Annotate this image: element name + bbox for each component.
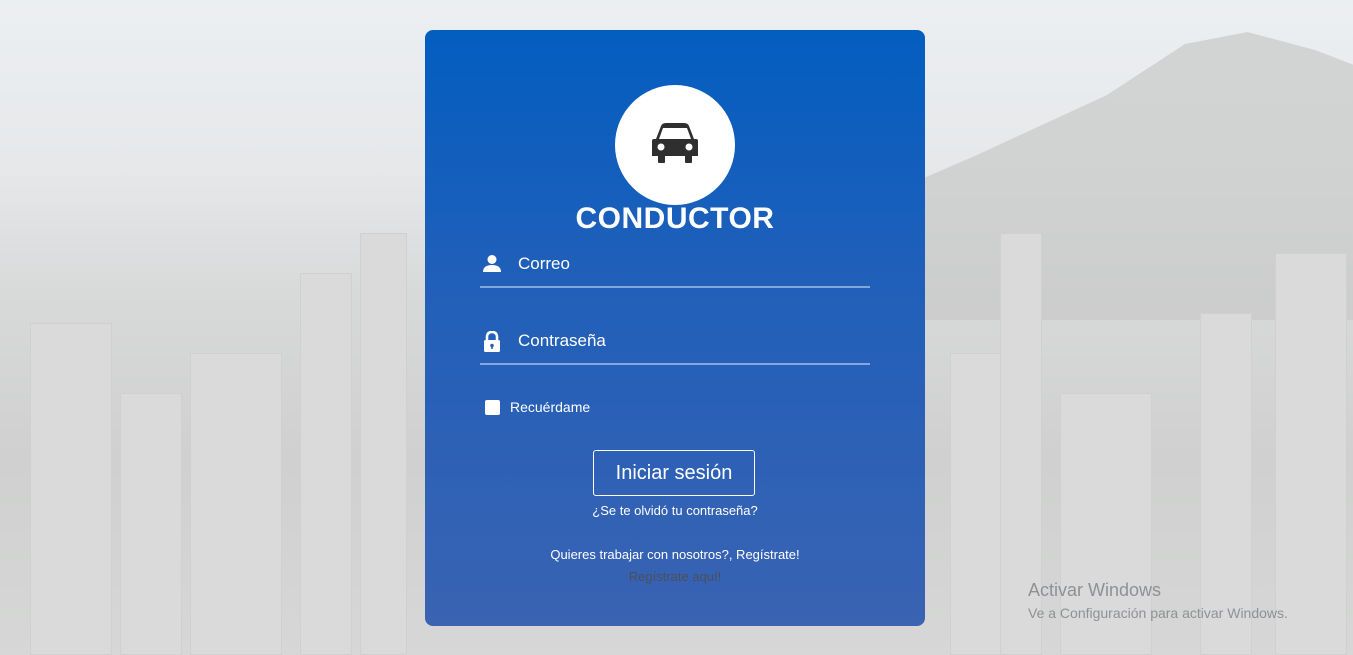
- page-title: CONDUCTOR: [575, 202, 775, 235]
- user-icon: [482, 254, 502, 276]
- password-placeholder: Contraseña: [518, 331, 606, 350]
- car-icon: [651, 122, 699, 169]
- building: [190, 353, 282, 655]
- lock-icon: [482, 330, 502, 353]
- password-field[interactable]: Contraseña: [480, 323, 870, 365]
- windows-activation-watermark: Activar Windows Ve a Configuración para …: [1028, 580, 1288, 621]
- watermark-subtitle: Ve a Configuración para activar Windows.: [1028, 605, 1288, 621]
- building: [300, 273, 352, 655]
- work-with-us-text: Quieres trabajar con nosotros?, Regístra…: [550, 547, 800, 562]
- login-card: CONDUCTOR Correo Contraseña Recuérdame I…: [425, 30, 925, 626]
- building: [30, 323, 112, 655]
- email-field[interactable]: Correo: [480, 246, 870, 288]
- remember-checkbox[interactable]: [485, 399, 500, 415]
- building: [360, 233, 407, 655]
- register-link[interactable]: Regístrate aquí!: [425, 569, 925, 584]
- remember-me[interactable]: Recuérdame: [485, 399, 590, 415]
- avatar: [615, 85, 735, 205]
- login-button[interactable]: Iniciar sesión: [593, 450, 755, 496]
- forgot-password-link[interactable]: ¿Se te olvidó tu contraseña?: [425, 503, 925, 518]
- watermark-title: Activar Windows: [1028, 580, 1162, 600]
- email-placeholder: Correo: [518, 254, 570, 273]
- building: [120, 393, 182, 655]
- remember-label: Recuérdame: [510, 399, 591, 415]
